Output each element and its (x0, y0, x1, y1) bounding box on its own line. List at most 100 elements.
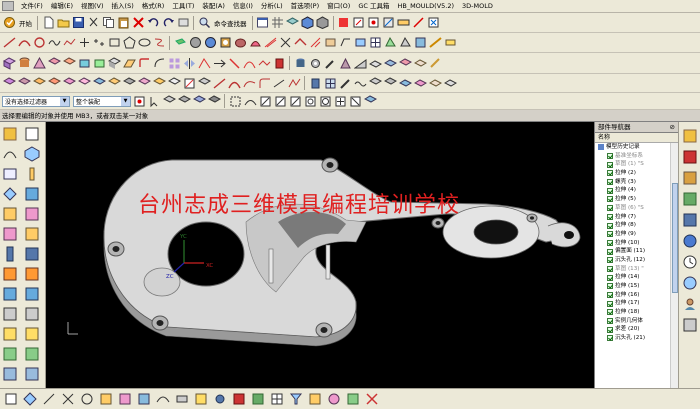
mirror-face-icon[interactable] (92, 76, 106, 90)
menu-view[interactable]: 视图(V) (77, 0, 108, 12)
check-icon[interactable] (24, 346, 40, 362)
intersect-icon[interactable] (77, 56, 91, 70)
tree-node[interactable]: 拉伸 (4) (595, 186, 678, 195)
slide-icon[interactable] (2, 366, 18, 382)
visibility-checkbox[interactable] (607, 326, 613, 333)
pocket-icon[interactable] (248, 36, 262, 50)
wedge-icon[interactable] (353, 56, 367, 70)
synchronous-icon[interactable] (257, 56, 271, 70)
visibility-checkbox[interactable] (607, 292, 613, 299)
gear-icon[interactable] (308, 56, 322, 70)
start-button[interactable]: 开始 (17, 18, 34, 28)
tri-face-2-icon[interactable] (383, 76, 397, 90)
menu-preferences[interactable]: 首选项(P) (287, 0, 324, 12)
visibility-checkbox[interactable] (607, 248, 613, 255)
revolve-icon[interactable] (188, 36, 202, 50)
thicken-icon[interactable] (92, 56, 106, 70)
navigator-scrollbar[interactable] (670, 143, 678, 388)
menu-file[interactable]: 文件(F) (17, 0, 47, 12)
select-solid-icon[interactable] (192, 94, 206, 108)
hatched-box-icon[interactable] (17, 76, 31, 90)
open-folder-icon[interactable] (56, 16, 70, 30)
tree-node[interactable]: 模型历史记录 (595, 143, 678, 152)
gate-icon[interactable] (24, 226, 40, 242)
visibility-checkbox[interactable] (607, 179, 613, 186)
bom-icon[interactable] (24, 306, 40, 322)
delete-icon[interactable] (131, 16, 145, 30)
snap-edge-icon[interactable] (288, 94, 302, 108)
triangle-icon[interactable] (338, 56, 352, 70)
menu-format[interactable]: 格式(R) (138, 0, 169, 12)
tree-node[interactable]: 拉伸 (2) (595, 169, 678, 178)
subtract-icon[interactable] (62, 56, 76, 70)
ruler-icon[interactable] (397, 16, 411, 30)
visibility-checkbox[interactable] (607, 196, 613, 203)
palette-icon[interactable] (682, 317, 698, 333)
shell-icon[interactable] (107, 56, 121, 70)
snap-intersect-icon[interactable] (61, 392, 75, 406)
visibility-checkbox[interactable] (607, 265, 613, 272)
select-feature-icon[interactable] (207, 94, 221, 108)
snap-box-icon[interactable] (228, 94, 242, 108)
tree-node[interactable]: 拉伸 (9) (595, 230, 678, 239)
cut-icon[interactable] (86, 16, 100, 30)
block-small-icon[interactable] (2, 76, 16, 90)
visibility-checkbox[interactable] (607, 257, 613, 264)
sketch-icon[interactable] (2, 166, 18, 182)
block-icon[interactable] (2, 56, 16, 70)
local-scale-icon[interactable] (182, 76, 196, 90)
sew-icon[interactable] (323, 36, 337, 50)
tri-face-icon[interactable] (368, 76, 382, 90)
face-tool-icon[interactable] (2, 226, 18, 242)
pattern-face-icon[interactable] (77, 76, 91, 90)
snap-grid-icon[interactable] (270, 392, 284, 406)
menu-tools[interactable]: 工具(T) (168, 0, 198, 12)
ruled-icon[interactable] (383, 36, 397, 50)
layer-icon[interactable] (286, 16, 300, 30)
database-icon[interactable] (293, 56, 307, 70)
cone-icon[interactable] (32, 56, 46, 70)
snap-center-icon[interactable] (303, 94, 317, 108)
visibility-checkbox[interactable] (607, 231, 613, 238)
command-finder-icon[interactable] (197, 16, 211, 30)
menu-3d-mold[interactable]: 3D-MOLD (458, 0, 497, 12)
line-icon[interactable] (2, 36, 16, 50)
spline-icon[interactable] (47, 36, 61, 50)
assembly-navigator-icon[interactable] (682, 128, 698, 144)
tree-node[interactable]: 拉伸 (7) (595, 213, 678, 222)
new-file-icon[interactable] (41, 16, 55, 30)
face-blend-icon[interactable] (152, 56, 166, 70)
circle-icon[interactable] (32, 36, 46, 50)
arrow-icon[interactable] (412, 16, 426, 30)
visibility-checkbox[interactable] (607, 153, 613, 160)
tools-icon[interactable] (323, 56, 337, 70)
snap-on-curve-icon[interactable] (156, 392, 170, 406)
snap-arc-center-icon[interactable] (80, 392, 94, 406)
arc-icon[interactable] (17, 36, 31, 50)
cooling-icon[interactable] (24, 206, 40, 222)
tree-node[interactable]: 拉伸 (5) (595, 195, 678, 204)
link-face-icon[interactable] (62, 76, 76, 90)
slab-icon[interactable] (368, 56, 382, 70)
split-icon[interactable] (308, 36, 322, 50)
bridge-icon[interactable] (242, 76, 256, 90)
cylinder-blue-icon[interactable] (308, 76, 322, 90)
reuse-library-icon[interactable] (682, 191, 698, 207)
mesh-icon[interactable] (368, 36, 382, 50)
repeat-command-icon[interactable] (176, 16, 190, 30)
visibility-checkbox[interactable] (607, 274, 613, 281)
delete-face-icon[interactable] (227, 56, 241, 70)
menu-edit[interactable]: 编辑(E) (47, 0, 77, 12)
constraint-icon[interactable] (107, 76, 121, 90)
sphere-icon[interactable] (203, 36, 217, 50)
surface-tool-icon[interactable] (2, 206, 18, 222)
tree-node[interactable]: 沉头孔 (21) (595, 334, 678, 343)
trim-body-icon[interactable] (293, 36, 307, 50)
snap-existing-icon[interactable] (118, 392, 132, 406)
swept-icon[interactable] (413, 36, 427, 50)
tree-node[interactable]: 求差 (20) (595, 325, 678, 334)
snap-pole-icon[interactable] (137, 392, 151, 406)
union-icon[interactable] (47, 56, 61, 70)
paste-face-icon[interactable] (47, 76, 61, 90)
section-face-icon[interactable] (197, 76, 211, 90)
